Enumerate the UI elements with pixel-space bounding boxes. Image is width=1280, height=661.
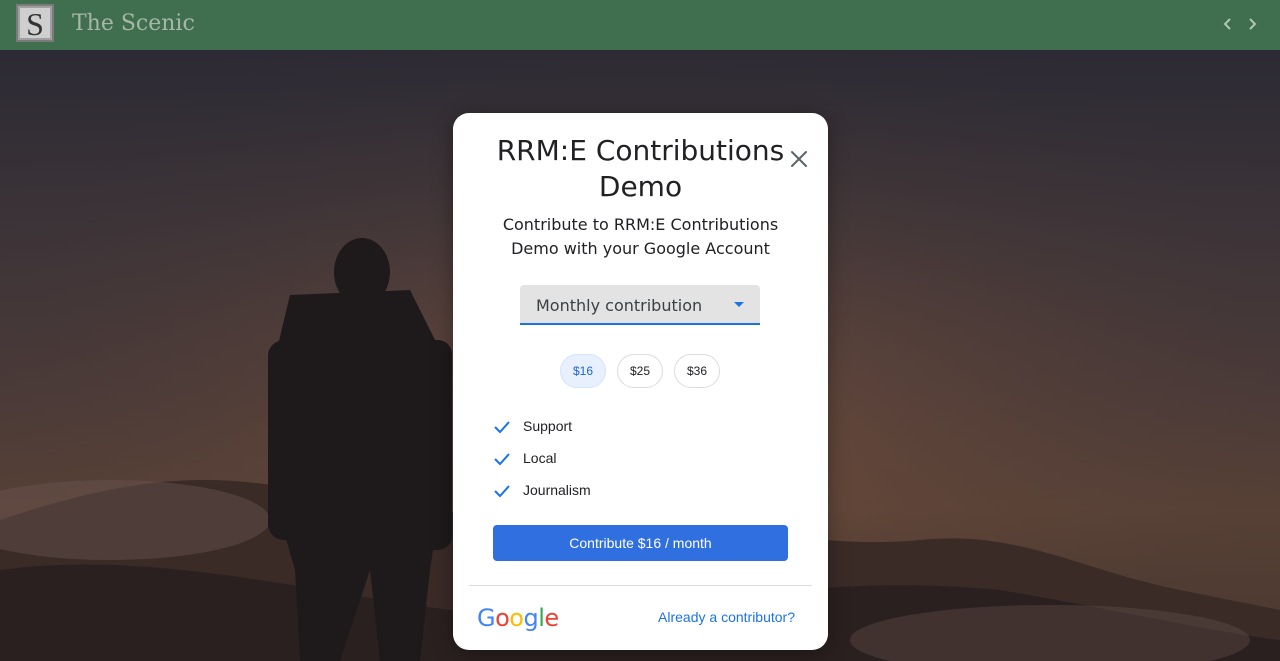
- benefit-label: Support: [523, 418, 573, 434]
- frequency-select-value: Monthly contribution: [536, 296, 703, 315]
- chevron-left-icon[interactable]: [1220, 14, 1236, 34]
- dialog-title: RRM:E Contributions Demo: [496, 134, 785, 203]
- frequency-select[interactable]: Monthly contribution: [520, 285, 760, 325]
- site-header: S The Scenic: [0, 0, 1280, 50]
- dialog-subtitle: Contribute to RRM:E Contributions Demo w…: [502, 215, 779, 258]
- benefit-item: Journalism: [493, 480, 773, 502]
- check-icon: [494, 421, 510, 434]
- chevron-right-icon[interactable]: [1244, 14, 1260, 34]
- check-icon: [494, 485, 510, 498]
- amount-option-16[interactable]: $16: [560, 354, 606, 388]
- contribute-button[interactable]: Contribute $16 / month: [493, 525, 788, 561]
- google-logo: Google: [477, 604, 559, 632]
- benefit-label: Journalism: [523, 482, 591, 498]
- amount-option-25[interactable]: $25: [617, 354, 663, 388]
- dropdown-arrow-icon: [734, 302, 744, 307]
- amount-options: $16 $25 $36: [560, 354, 760, 388]
- site-logo[interactable]: S: [16, 4, 54, 42]
- divider: [469, 585, 812, 586]
- contribution-dialog: RRM:E Contributions Demo Contribute to R…: [453, 113, 828, 650]
- benefit-item: Support: [493, 416, 773, 438]
- check-icon: [494, 453, 510, 466]
- already-contributor-link[interactable]: Already a contributor?: [658, 609, 795, 625]
- logo-letter: S: [26, 6, 44, 42]
- benefit-label: Local: [523, 450, 557, 466]
- site-title[interactable]: The Scenic: [72, 11, 195, 36]
- benefit-item: Local: [493, 448, 773, 470]
- amount-option-36[interactable]: $36: [674, 354, 720, 388]
- close-icon[interactable]: [787, 147, 811, 171]
